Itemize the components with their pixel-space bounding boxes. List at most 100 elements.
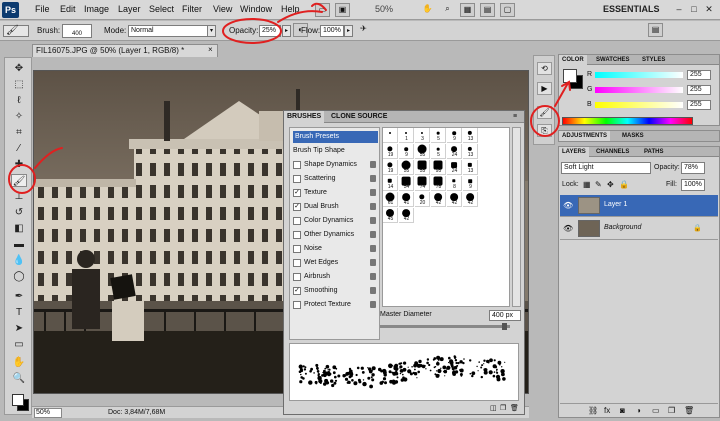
new-brush-icon[interactable]: ❐ xyxy=(500,404,506,412)
brush-option-other-dynamics[interactable]: Other Dynamics xyxy=(293,229,378,241)
brush-preset[interactable]: 95 xyxy=(431,160,446,175)
brush-preset[interactable]: 45 xyxy=(383,208,398,223)
brush-preset[interactable]: 61 xyxy=(383,192,398,207)
lock-icon[interactable] xyxy=(370,245,376,252)
mode-select[interactable]: Normal xyxy=(128,25,208,37)
toggle-panel-icon[interactable]: ◫ xyxy=(490,404,497,412)
checkbox[interactable] xyxy=(293,301,301,309)
brush-tool-icon[interactable]: 🖌 xyxy=(11,174,27,187)
clone-stamp-tool-icon[interactable]: ⊥ xyxy=(11,190,27,203)
trash-icon[interactable]: 🗑 xyxy=(510,404,519,412)
eye-icon[interactable]: 👁 xyxy=(563,224,573,233)
healing-brush-tool-icon[interactable]: ✚ xyxy=(11,158,27,171)
menu-image[interactable]: Image xyxy=(84,4,109,14)
tab-clone-source[interactable]: CLONE SOURCE xyxy=(328,111,390,123)
opacity-field[interactable]: 25% xyxy=(259,25,281,37)
lock-icon[interactable] xyxy=(370,217,376,224)
eyedropper-tool-icon[interactable]: ⁄ xyxy=(11,142,27,155)
bridge-icon[interactable]: ▭ xyxy=(315,3,330,17)
brush-preset[interactable]: 19 xyxy=(383,144,398,159)
close-document-icon[interactable]: × xyxy=(208,45,218,54)
opacity-slider-arrow-icon[interactable]: ▸ xyxy=(282,25,291,37)
brush-preset[interactable]: 1 xyxy=(399,128,414,143)
adjustment-layer-icon[interactable]: ◑ xyxy=(636,406,641,415)
brush-option-scattering[interactable]: Scattering xyxy=(293,173,378,185)
history-brush-tool-icon[interactable]: ↺ xyxy=(11,206,27,219)
shape-tool-icon[interactable]: ▭ xyxy=(11,338,27,351)
brush-preset[interactable]: 5 xyxy=(431,128,446,143)
tab-brushes[interactable]: BRUSHES xyxy=(284,111,325,123)
magic-wand-tool-icon[interactable]: ✧ xyxy=(11,110,27,123)
brush-preset[interactable]: 9 xyxy=(399,144,414,159)
dodge-tool-icon[interactable]: ◯ xyxy=(11,270,27,283)
zoom-tool-icon[interactable]: 🔍 xyxy=(11,372,27,385)
actions-panel-icon[interactable]: ▶ xyxy=(537,82,552,95)
tab-adjustments[interactable]: ADJUSTMENTS xyxy=(559,131,611,141)
brush-preset[interactable]: 54 xyxy=(399,176,414,191)
lock-icon[interactable] xyxy=(370,175,376,182)
brush-preset[interactable]: 13 xyxy=(463,144,478,159)
red-channel-value[interactable]: 255 xyxy=(687,70,711,80)
lock-icon[interactable] xyxy=(370,259,376,266)
layer-opacity-field[interactable]: 78% xyxy=(681,162,705,174)
checkbox[interactable] xyxy=(293,231,301,239)
brush-preset[interactable]: 9 xyxy=(463,176,478,191)
foreground-color-chip[interactable] xyxy=(563,69,577,83)
master-diameter-slider-thumb[interactable] xyxy=(502,323,507,330)
crop-tool-icon[interactable]: ⌗ xyxy=(11,126,27,139)
brush-option-brush-presets[interactable]: Brush Presets xyxy=(293,131,378,143)
checkbox[interactable] xyxy=(293,245,301,253)
brush-preset[interactable] xyxy=(383,128,398,143)
brush-preset[interactable]: 24 xyxy=(447,144,462,159)
brush-preset[interactable]: 5 xyxy=(431,144,446,159)
brush-option-shape-dynamics[interactable]: Shape Dynamics xyxy=(293,159,378,171)
workspace-switcher[interactable]: ESSENTIALS xyxy=(603,4,660,14)
group-icon[interactable]: ▭ xyxy=(652,406,660,415)
brush-preset[interactable]: 14 xyxy=(383,176,398,191)
brush-preset[interactable]: 55 xyxy=(399,160,414,175)
lock-icon[interactable] xyxy=(370,203,376,210)
lock-pixels-icon[interactable]: ✎ xyxy=(595,180,602,189)
brush-preset[interactable]: 74 xyxy=(415,176,430,191)
checkbox[interactable] xyxy=(293,175,301,183)
menu-window[interactable]: Window xyxy=(240,4,272,14)
document-tab[interactable]: FIL16075.JPG @ 50% (Layer 1, RGB/8) * xyxy=(32,44,218,57)
brush-option-wet-edges[interactable]: Wet Edges xyxy=(293,257,378,269)
blue-channel-slider[interactable] xyxy=(595,102,683,108)
tab-color[interactable]: COLOR xyxy=(559,55,587,65)
brush-option-brush-tip-shape[interactable]: Brush Tip Shape xyxy=(293,145,378,157)
minimize-icon[interactable]: – xyxy=(672,2,686,16)
panel-toggle-icon[interactable]: ▤ xyxy=(648,23,663,37)
lock-icon[interactable] xyxy=(370,161,376,168)
master-diameter-field[interactable]: 400 px xyxy=(489,310,521,321)
brush-preset[interactable]: 13 xyxy=(463,128,478,143)
flow-slider-arrow-icon[interactable]: ▸ xyxy=(344,25,353,37)
maximize-icon[interactable]: □ xyxy=(687,2,701,16)
brush-preset[interactable]: 55 xyxy=(415,160,430,175)
green-channel-slider[interactable] xyxy=(595,87,683,93)
lock-position-icon[interactable]: ✥ xyxy=(607,180,614,189)
brush-preset[interactable]: 19 xyxy=(383,160,398,175)
lock-icon[interactable] xyxy=(370,189,376,196)
tool-preset-picker[interactable]: 🖌 xyxy=(3,25,29,37)
layer-row[interactable]: 👁 Layer 1 xyxy=(560,195,718,217)
brush-option-dual-brush[interactable]: ✓ Dual Brush xyxy=(293,201,378,213)
checkbox[interactable]: ✓ xyxy=(293,203,301,211)
new-layer-icon[interactable]: ❐ xyxy=(668,406,675,415)
green-channel-value[interactable]: 255 xyxy=(687,85,711,95)
brush-preset[interactable]: 20 xyxy=(415,192,430,207)
close-icon[interactable]: ✕ xyxy=(702,2,716,16)
eye-icon[interactable]: 👁 xyxy=(563,201,573,210)
chevron-down-icon[interactable]: ▾ xyxy=(207,25,216,37)
fill-field[interactable]: 100% xyxy=(681,179,705,191)
brush-picker[interactable]: 400 xyxy=(62,24,92,38)
tab-swatches[interactable]: SWATCHES xyxy=(593,55,633,65)
checkbox[interactable] xyxy=(293,273,301,281)
menu-edit[interactable]: Edit xyxy=(60,4,76,14)
checkbox[interactable] xyxy=(293,217,301,225)
trash-icon[interactable]: 🗑 xyxy=(684,406,694,415)
foreground-color-swatch[interactable] xyxy=(12,394,24,406)
checkbox[interactable]: ✓ xyxy=(293,189,301,197)
zoom-tool-icon[interactable]: ⌕ xyxy=(440,3,455,17)
airbrush-icon[interactable]: ✈ xyxy=(356,23,371,37)
